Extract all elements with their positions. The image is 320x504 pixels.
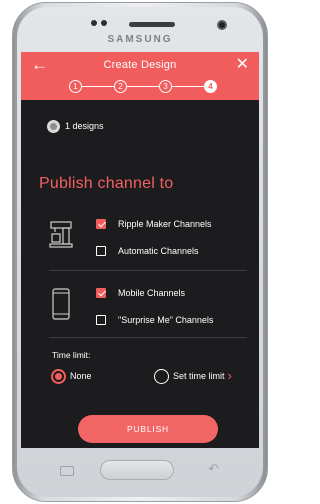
option-label: Mobile Channels [118,288,186,298]
publish-button[interactable]: PUBLISH [78,415,218,443]
step-2: 2 [114,80,127,93]
time-limit-label: Time limit: [52,350,91,360]
sensor-dot [91,20,97,26]
device-brand: SAMSUNG [107,34,173,45]
app-screen: ← Create Design ✕ 1 2 3 4 1 designs Publ… [21,52,259,448]
option-label: Automatic Channels [118,246,199,256]
step-1: 1 [69,80,82,93]
home-button[interactable] [100,460,174,480]
sensor-dot [101,20,107,26]
speaker-grill [129,22,175,27]
radio-unselected[interactable] [154,368,169,384]
radio-option-none[interactable]: None [51,368,92,384]
radio-label: None [70,371,92,381]
radio-selected[interactable] [51,368,66,384]
hardware-back-icon[interactable]: ↶ [208,461,219,477]
option-automatic-channels[interactable]: Automatic Channels [96,245,199,257]
divider [49,337,247,338]
radio-label: Set time limit [173,371,225,381]
step-4: 4 [204,80,217,93]
mobile-device-icon [52,288,70,320]
chevron-right-icon[interactable]: › [228,369,232,383]
header-bar: ← Create Design ✕ 1 2 3 4 [21,52,259,100]
option-label: "Surprise Me" Channels [118,315,214,325]
option-label: Ripple Maker Channels [118,219,212,229]
radio-option-set-time-limit[interactable]: Set time limit › [154,368,232,384]
ripple-maker-device-icon [49,221,73,248]
step-3: 3 [159,80,172,93]
designs-count: 1 designs [65,121,104,131]
page-title: Create Design [103,59,177,71]
divider [49,270,247,271]
option-mobile-channels[interactable]: Mobile Channels [96,287,185,299]
option-surprise-me-channels[interactable]: "Surprise Me" Channels [96,314,213,326]
checkbox-unchecked[interactable] [96,246,106,256]
checkbox-checked[interactable] [96,288,106,298]
section-title: Publish channel to [39,175,174,192]
checkbox-checked[interactable] [96,219,106,229]
designs-summary[interactable]: 1 designs [47,119,104,133]
step-indicator: 1 2 3 4 [69,80,219,94]
design-thumbnail-icon [47,119,60,133]
close-icon[interactable]: ✕ [236,56,249,74]
option-ripple-maker-channels[interactable]: Ripple Maker Channels [96,218,212,230]
recents-icon[interactable] [60,466,74,476]
checkbox-unchecked[interactable] [96,315,106,325]
step-connector [75,86,213,87]
front-camera [217,20,227,30]
